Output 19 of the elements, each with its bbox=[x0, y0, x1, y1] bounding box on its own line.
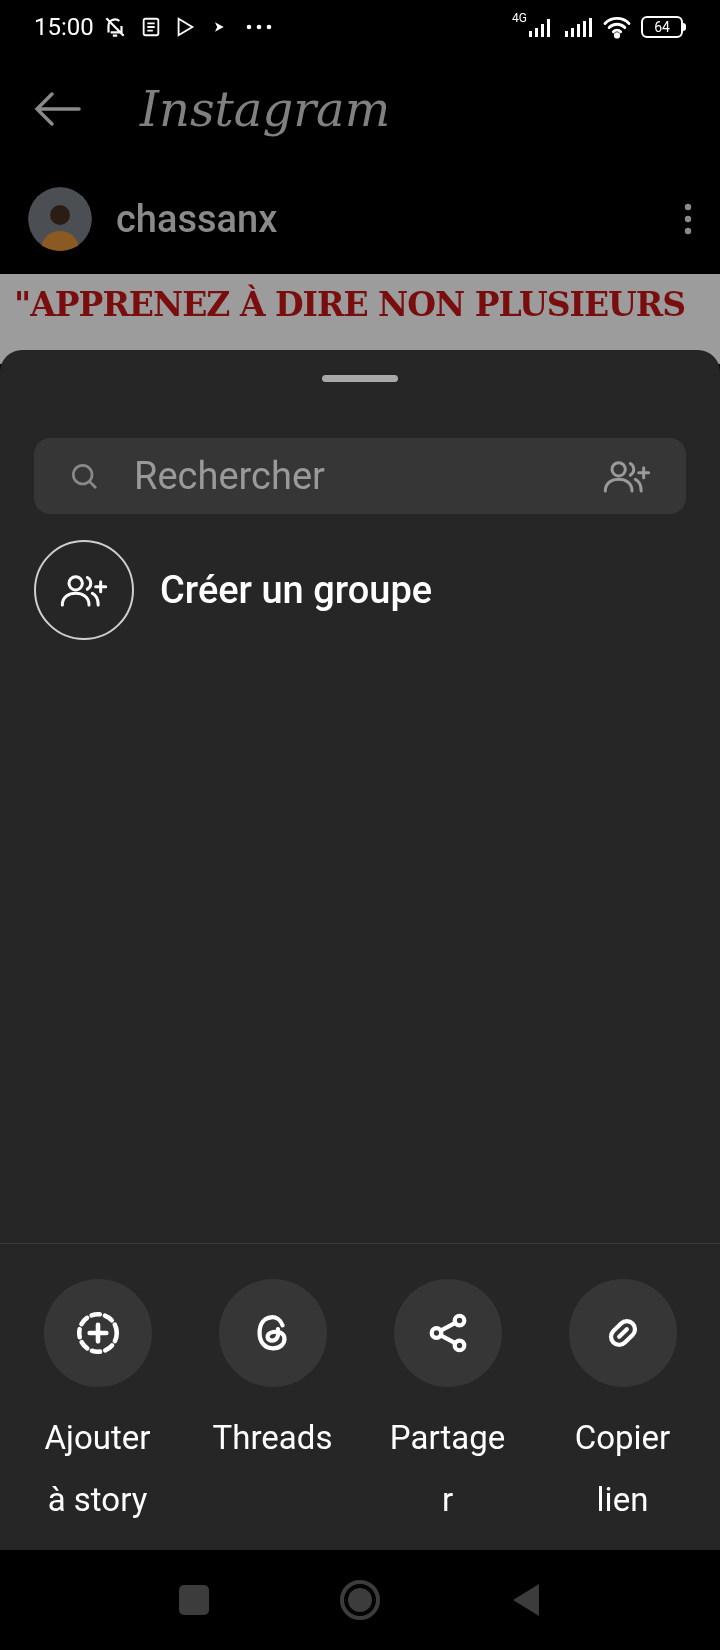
network-type: 4G bbox=[512, 12, 527, 24]
drag-handle[interactable] bbox=[322, 375, 398, 382]
create-group-label: Créer un groupe bbox=[160, 566, 433, 614]
search-input[interactable]: Rechercher bbox=[134, 447, 602, 505]
action-label: Partage r bbox=[389, 1417, 506, 1521]
signal-icon bbox=[563, 16, 593, 38]
action-label: Copier lien bbox=[574, 1417, 671, 1521]
back-arrow-icon[interactable] bbox=[34, 91, 82, 127]
wifi-icon bbox=[601, 15, 633, 39]
avatar[interactable] bbox=[28, 187, 92, 251]
action-label: Ajouter à story bbox=[44, 1417, 151, 1521]
search-field[interactable]: Rechercher bbox=[34, 438, 686, 514]
username[interactable]: chassanx bbox=[116, 190, 278, 248]
battery-level: 64 bbox=[654, 20, 670, 34]
more-options-icon[interactable] bbox=[684, 203, 692, 235]
action-label: Threads bbox=[212, 1417, 333, 1459]
status-time: 15:00 bbox=[34, 12, 94, 43]
more-notifications-icon bbox=[245, 24, 272, 30]
create-group-row[interactable]: Créer un groupe bbox=[34, 540, 686, 640]
